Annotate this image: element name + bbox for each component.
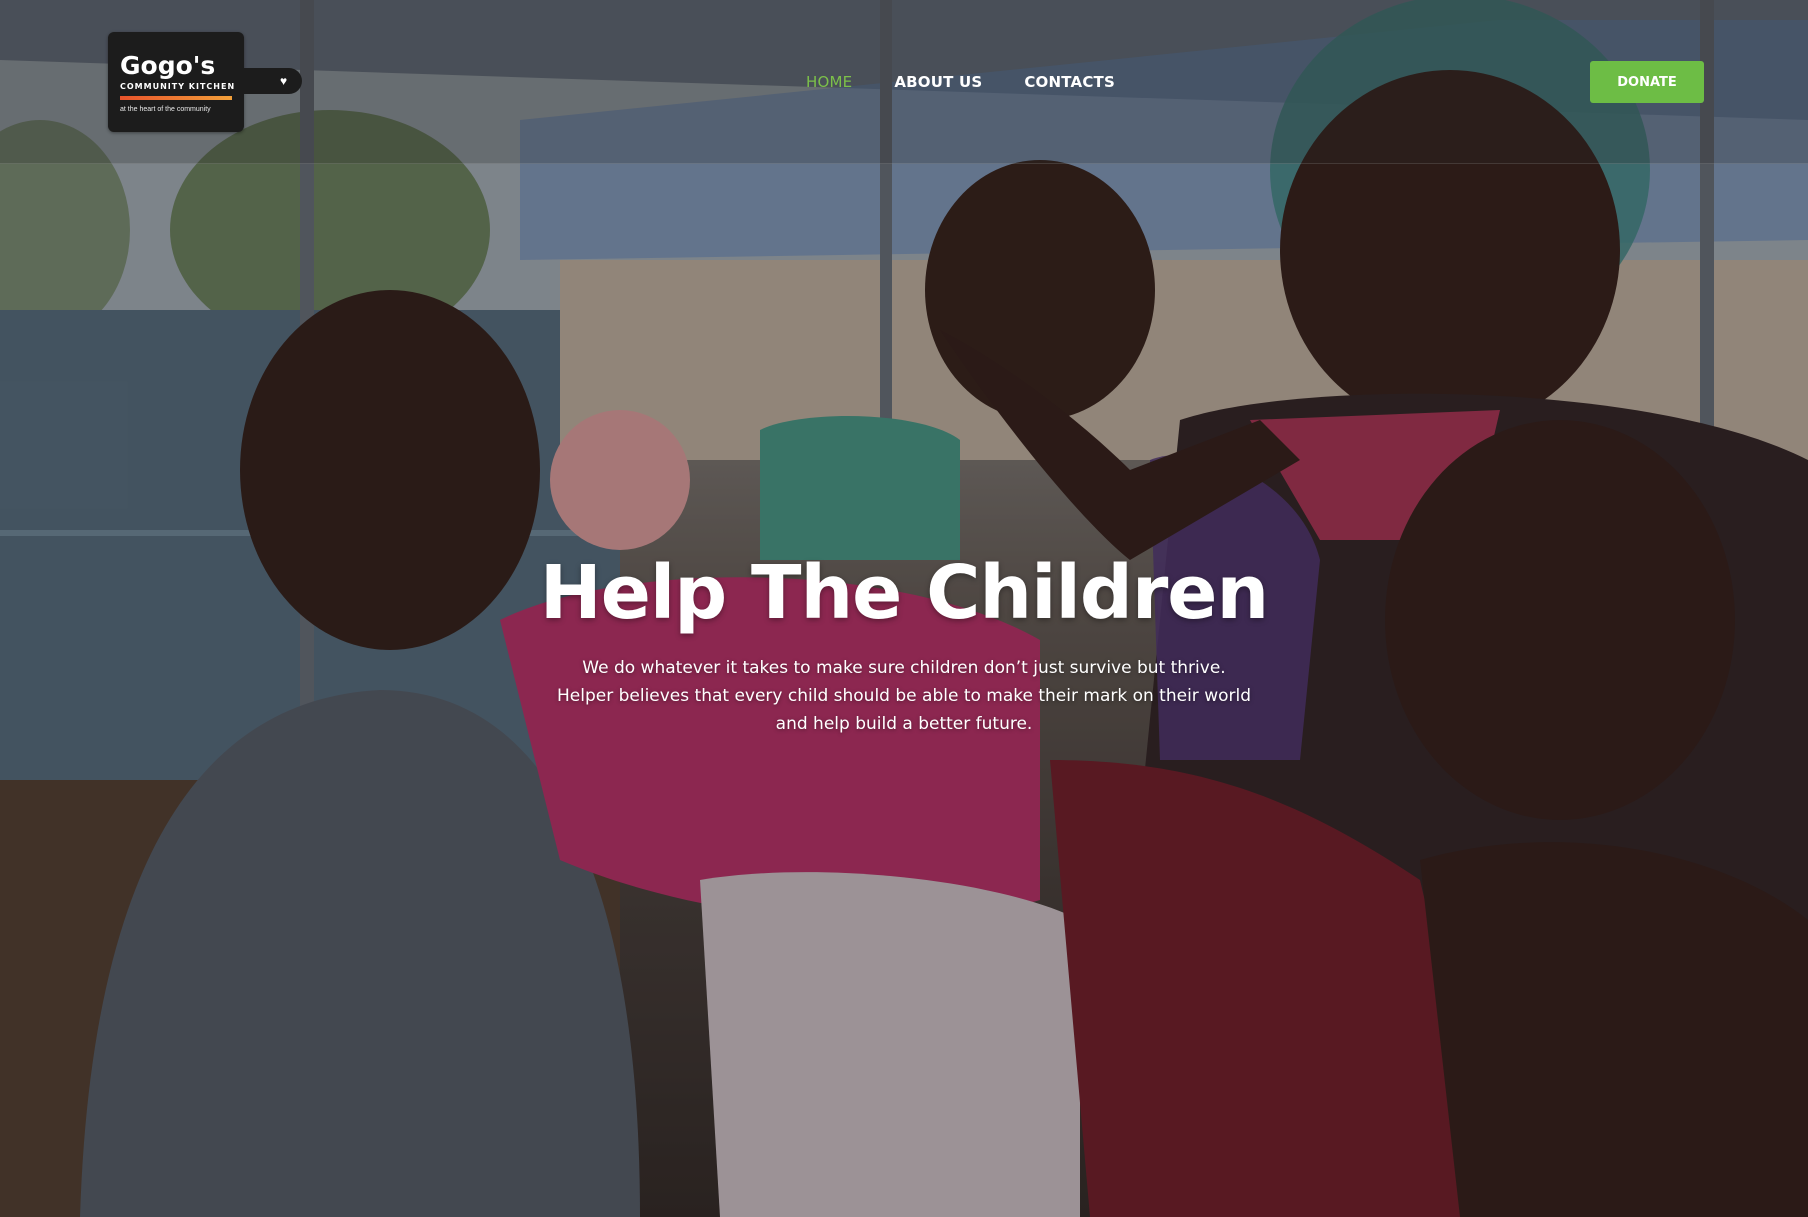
- hero-title: Help The Children: [539, 550, 1269, 636]
- logo-handle: [240, 68, 302, 94]
- logo[interactable]: Gogo's COMMUNITY KITCHEN at the heart of…: [108, 32, 308, 132]
- heart-icon: ♥: [280, 74, 288, 88]
- logo-accent-bar: [120, 96, 232, 100]
- nav-item-home[interactable]: HOME: [806, 73, 852, 91]
- logo-board: Gogo's COMMUNITY KITCHEN at the heart of…: [108, 32, 244, 132]
- nav-item-about-us[interactable]: ABOUT US: [894, 73, 982, 91]
- hero-text: We do whatever it takes to make sure chi…: [556, 658, 1252, 734]
- hero-section: Gogo's COMMUNITY KITCHEN at the heart of…: [0, 0, 1808, 1217]
- nav-item-contacts[interactable]: CONTACTS: [1024, 73, 1115, 91]
- logo-subtitle: COMMUNITY KITCHEN: [120, 82, 236, 91]
- logo-name: Gogo's: [120, 51, 216, 80]
- main-nav: HOME ABOUT US CONTACTS: [806, 73, 1115, 91]
- site-header: Gogo's COMMUNITY KITCHEN at the heart of…: [0, 0, 1808, 164]
- logo-tagline: at the heart of the community: [120, 106, 211, 113]
- donate-button[interactable]: DONATE: [1590, 61, 1704, 103]
